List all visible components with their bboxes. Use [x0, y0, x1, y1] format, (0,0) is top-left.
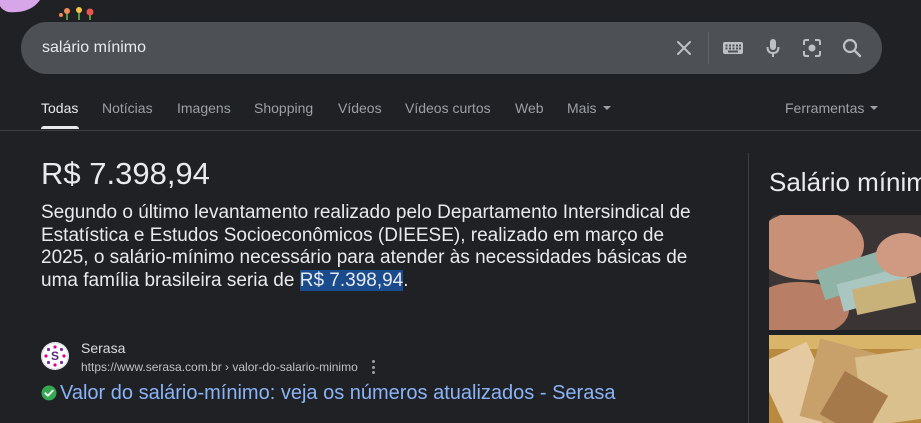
keyboard-button[interactable]: [719, 34, 747, 62]
column-divider: [748, 153, 749, 423]
tab-videos[interactable]: Vídeos: [338, 100, 382, 116]
tab-shopping[interactable]: Shopping: [254, 100, 313, 116]
tab-todas[interactable]: Todas: [41, 100, 78, 116]
google-doodle-fragment[interactable]: [0, 0, 110, 22]
lens-search-button[interactable]: [798, 34, 826, 62]
money-hands-image[interactable]: [769, 215, 921, 330]
search-icon: [842, 38, 862, 58]
search-input[interactable]: salário mínimo: [42, 39, 146, 57]
featured-answer: R$ 7.398,94: [41, 156, 210, 191]
money-bills-image[interactable]: [769, 335, 921, 423]
chevron-down-icon: [870, 106, 879, 111]
source-url[interactable]: https://www.serasa.com.br › valor-do-sal…: [81, 360, 358, 374]
more-options-icon[interactable]: [367, 359, 379, 375]
tab-mais-label: Mais: [567, 100, 597, 116]
search-bar-divider: [708, 32, 709, 64]
close-icon: [677, 41, 691, 55]
camera-lens-icon: [803, 39, 821, 57]
voice-search-button[interactable]: [759, 34, 787, 62]
tab-web[interactable]: Web: [515, 100, 544, 116]
search-button[interactable]: [838, 34, 866, 62]
source-name[interactable]: Serasa: [81, 340, 125, 356]
search-tabs: Todas Notícias Imagens Shopping Vídeos V…: [0, 96, 921, 131]
snippet-end: .: [403, 269, 409, 291]
tab-videos-curtos[interactable]: Vídeos curtos: [405, 100, 491, 116]
verified-check-icon: [41, 385, 57, 401]
chevron-down-icon: [602, 106, 611, 111]
source-favicon[interactable]: S: [41, 342, 69, 370]
favicon-letter: S: [51, 349, 59, 363]
tools-label: Ferramentas: [785, 100, 865, 116]
result-title-link[interactable]: Valor do salário-mínimo: veja os números…: [60, 382, 615, 405]
featured-snippet-text: Segundo o último levantamento realizado …: [41, 202, 701, 292]
tab-mais[interactable]: Mais: [567, 100, 611, 116]
active-tab-indicator: [41, 126, 79, 129]
tab-imagens[interactable]: Imagens: [177, 100, 231, 116]
serasa-logo-icon: S: [41, 342, 69, 370]
snippet-highlight: R$ 7.398,94: [299, 269, 404, 291]
keyboard-icon: [723, 42, 743, 54]
search-bar[interactable]: salário mínimo: [21, 22, 882, 74]
tab-noticias[interactable]: Notícias: [102, 100, 153, 116]
clear-search-button[interactable]: [670, 34, 698, 62]
knowledge-panel-title: Salário mínimo: [769, 167, 921, 197]
microphone-icon: [766, 39, 780, 57]
tools-button[interactable]: Ferramentas: [785, 100, 879, 116]
